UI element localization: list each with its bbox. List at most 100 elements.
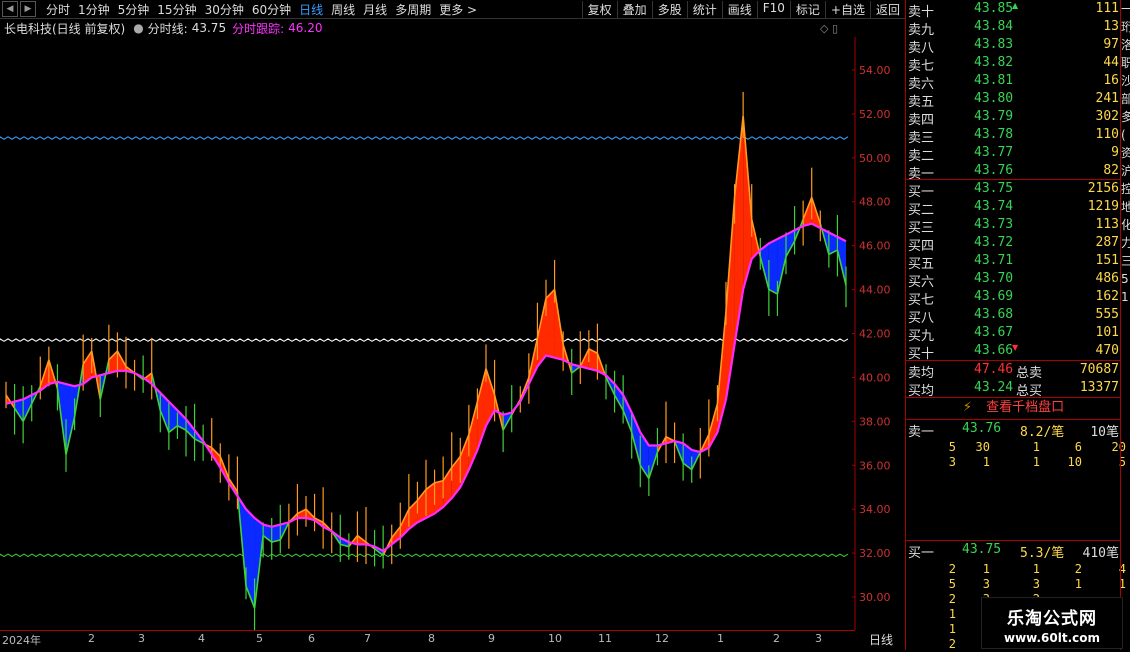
bid-row[interactable]: 买八 43.68 555 — [906, 307, 1121, 326]
toolbar-button-7[interactable]: +自选 — [824, 0, 870, 18]
bid-row[interactable]: 买九 43.67 101 — [906, 325, 1121, 344]
queue-cell: 5 — [948, 577, 956, 591]
edge-text: 力 — [1121, 234, 1130, 252]
toolbar-button-0[interactable]: 复权 — [581, 0, 617, 18]
reference-line — [0, 553, 849, 558]
period-tab-10[interactable]: 更多 > — [435, 1, 481, 18]
next-arrow-button[interactable]: ▶ — [20, 1, 36, 17]
edge-text: 职 — [1121, 54, 1130, 72]
period-tab-1[interactable]: 1分钟 — [74, 1, 114, 18]
toolbar-button-6[interactable]: 标记 — [789, 0, 825, 18]
ask-row[interactable]: 卖十 43.85 ▲ 111 — [906, 1, 1121, 20]
queue-cell: 1 — [982, 562, 990, 576]
prev-arrow-button[interactable]: ◀ — [2, 1, 18, 17]
toolbar-buttons: 复权 叠加 多股 统计 画线 F10 标记 +自选 返回 — [581, 0, 905, 18]
date-tick: 11 — [598, 632, 612, 645]
ask-row[interactable]: 卖四 43.79 302 — [906, 109, 1121, 128]
bid-row[interactable]: 买四 43.72 287 — [906, 235, 1121, 254]
period-tab-0[interactable]: 分时 — [42, 1, 74, 18]
period-tab-2[interactable]: 5分钟 — [114, 1, 154, 18]
edge-text: 化 — [1121, 216, 1130, 234]
sell1-header: 卖一 43.76 8.2/笔 10笔 — [906, 421, 1121, 440]
bid-row[interactable]: 买二 43.74 1219 — [906, 199, 1121, 218]
queue-avg: 8.2/笔 — [1020, 425, 1065, 440]
queue-cell: 6 — [1074, 440, 1082, 454]
period-tab-6[interactable]: 日线 — [295, 1, 327, 18]
toolbar-button-5[interactable]: F10 — [756, 0, 790, 18]
bid-row[interactable]: 买十 43.66 ▼ 470 — [906, 343, 1121, 362]
level-price: 43.76 — [974, 163, 1014, 178]
toolbar-button-1[interactable]: 叠加 — [616, 0, 652, 18]
view-depth-button[interactable]: ⚡ 查看千档盘口 — [906, 397, 1121, 420]
chart-window-controls-icon[interactable]: ◇ ▯ — [820, 22, 838, 35]
buy1-header: 买一 43.75 5.3/笔 410笔 — [906, 542, 1121, 561]
level-volume: 302 — [1095, 109, 1119, 124]
y-tick-label: 32.00 — [859, 547, 891, 560]
level-volume: 97 — [1103, 37, 1119, 52]
level-price: 43.77 — [974, 145, 1014, 160]
ask-row[interactable]: 卖六 43.81 16 — [906, 73, 1121, 92]
summary-label: 卖均 — [908, 366, 935, 381]
edge-text: 沪 — [1121, 162, 1130, 180]
level-label: 卖三 — [908, 131, 935, 146]
ask-row[interactable]: 卖二 43.77 9 — [906, 145, 1121, 164]
level-volume: 241 — [1095, 91, 1119, 106]
price-line-label: 分时线: — [147, 21, 188, 36]
edge-text: ( — [1121, 128, 1126, 142]
period-tab-3[interactable]: 15分钟 — [153, 1, 200, 18]
date-tick: 3 — [815, 632, 822, 645]
ask-row[interactable]: 卖九 43.84 13 — [906, 19, 1121, 38]
level-volume: 113 — [1095, 217, 1119, 232]
ask-row[interactable]: 卖八 43.83 97 — [906, 37, 1121, 56]
level-volume: 555 — [1095, 307, 1119, 322]
level-price: 43.74 — [974, 199, 1014, 214]
ask-row[interactable]: 卖三 43.78 110 — [906, 127, 1121, 146]
ask-row[interactable]: 卖五 43.80 241 — [906, 91, 1121, 110]
toolbar-button-3[interactable]: 统计 — [686, 0, 722, 18]
queue-cell: 2 — [948, 592, 956, 606]
level-volume: 110 — [1095, 127, 1119, 142]
edge-text: 洛 — [1121, 36, 1130, 54]
queue-label: 卖一 — [908, 425, 935, 440]
y-tick-label: 52.00 — [859, 108, 891, 121]
date-tick: 9 — [488, 632, 495, 645]
down-area-segment — [246, 509, 255, 609]
price-line-value: 43.75 — [191, 21, 227, 35]
ask-row[interactable]: 卖七 43.82 44 — [906, 55, 1121, 74]
bid-row[interactable]: 买三 43.73 113 — [906, 217, 1121, 236]
level-volume: 13 — [1103, 19, 1119, 34]
queue-cell: 1 — [948, 622, 956, 636]
toolbar-button-8[interactable]: 返回 — [869, 0, 905, 18]
watermark-url: www.60lt.com — [1003, 631, 1101, 645]
level-label: 卖九 — [908, 23, 935, 38]
queue-row: 3 1 1 10 5 — [906, 455, 1126, 470]
period-tab-8[interactable]: 月线 — [359, 1, 391, 18]
edge-text: 部 — [1121, 90, 1130, 108]
level-volume: 101 — [1095, 325, 1119, 340]
toolbar-button-4[interactable]: 画线 — [721, 0, 757, 18]
bid-row[interactable]: 买七 43.69 162 — [906, 289, 1121, 308]
period-label[interactable]: 日线 — [858, 630, 904, 650]
price-chart[interactable]: 54.00 52.00 50.00 48.00 46.00 44.00 42.00 40.00… — [0, 37, 905, 630]
edge-text: 5 — [1121, 272, 1129, 286]
level-volume: 16 — [1103, 73, 1119, 88]
level-label: 卖六 — [908, 77, 935, 92]
bid-row[interactable]: 买五 43.71 151 — [906, 253, 1121, 272]
queue-row: 21124 — [906, 562, 1126, 577]
indicator-settings-icon[interactable]: ● — [133, 21, 143, 35]
period-tab-5[interactable]: 60分钟 — [248, 1, 295, 18]
period-tab-7[interactable]: 周线 — [327, 1, 359, 18]
level-price: 43.68 — [974, 307, 1014, 322]
queue-count: 10笔 — [1090, 425, 1119, 440]
reference-line — [0, 338, 849, 342]
bid-row[interactable]: 买六 43.70 486 — [906, 271, 1121, 290]
level-label: 卖八 — [908, 41, 935, 56]
level-price: 43.84 — [974, 19, 1014, 34]
date-tick: 10 — [548, 632, 562, 645]
period-tab-4[interactable]: 30分钟 — [201, 1, 248, 18]
toolbar-button-2[interactable]: 多股 — [651, 0, 687, 18]
period-tab-9[interactable]: 多周期 — [391, 1, 435, 18]
level-volume: 82 — [1103, 163, 1119, 178]
queue-cell: 1 — [1032, 562, 1040, 576]
bid-row[interactable]: 买一 43.75 2156 — [906, 181, 1121, 200]
